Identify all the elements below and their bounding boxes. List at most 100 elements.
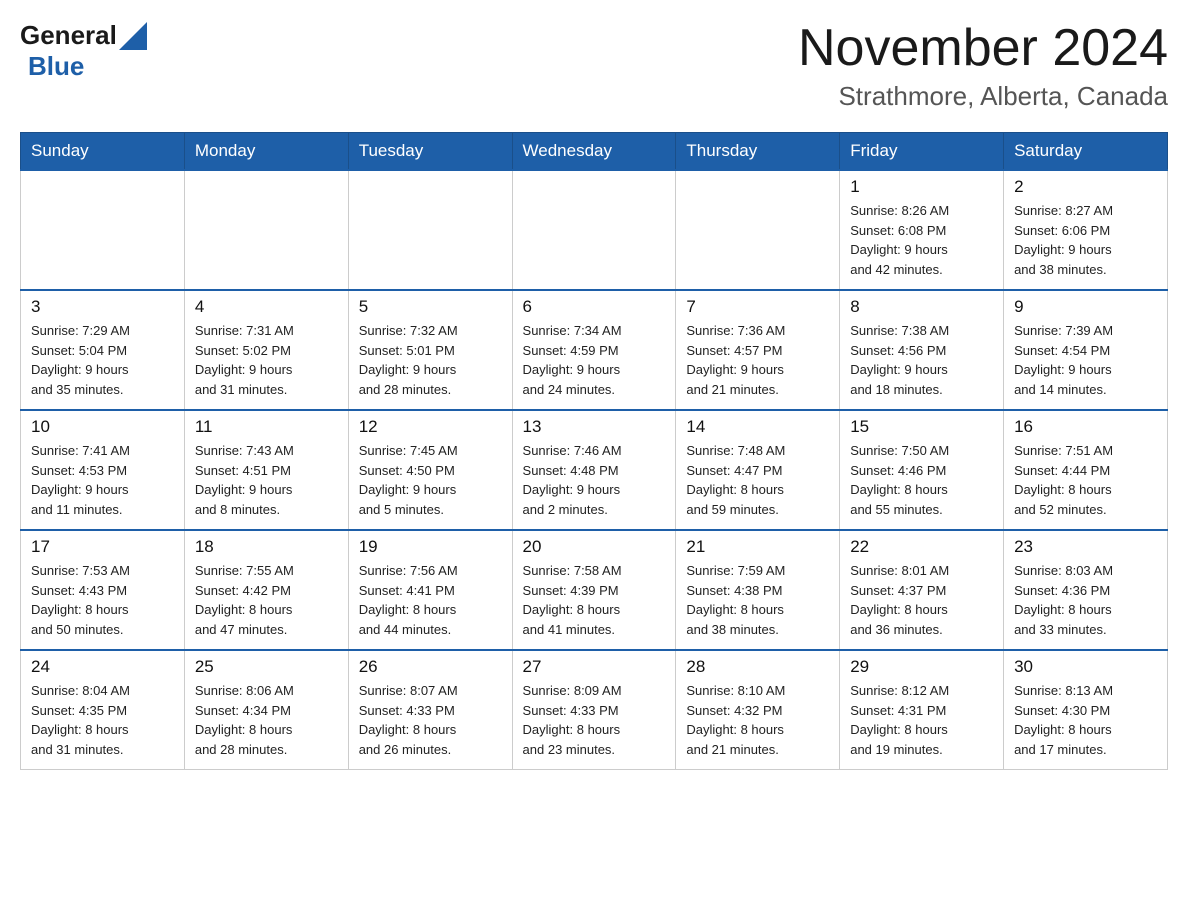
day-number: 1: [850, 177, 993, 197]
day-info: Sunrise: 7:45 AM Sunset: 4:50 PM Dayligh…: [359, 441, 502, 519]
logo-triangle-icon: [119, 22, 147, 50]
calendar-cell: 17 Sunrise: 7:53 AM Sunset: 4:43 PM Dayli…: [21, 530, 185, 650]
day-info: Sunrise: 7:51 AM Sunset: 4:44 PM Dayligh…: [1014, 441, 1157, 519]
day-number: 30: [1014, 657, 1157, 677]
day-number: 7: [686, 297, 829, 317]
calendar-cell: 23 Sunrise: 8:03 AM Sunset: 4:36 PM Dayli…: [1004, 530, 1168, 650]
day-number: 24: [31, 657, 174, 677]
calendar-cell: [184, 170, 348, 290]
day-number: 10: [31, 417, 174, 437]
day-info: Sunrise: 7:48 AM Sunset: 4:47 PM Dayligh…: [686, 441, 829, 519]
calendar-week-row: 17 Sunrise: 7:53 AM Sunset: 4:43 PM Dayli…: [21, 530, 1168, 650]
day-info: Sunrise: 7:34 AM Sunset: 4:59 PM Dayligh…: [523, 321, 666, 399]
day-info: Sunrise: 8:26 AM Sunset: 6:08 PM Dayligh…: [850, 201, 993, 279]
calendar-cell: 9 Sunrise: 7:39 AM Sunset: 4:54 PM Daylig…: [1004, 290, 1168, 410]
logo: General: [20, 20, 149, 51]
calendar-cell: 5 Sunrise: 7:32 AM Sunset: 5:01 PM Daylig…: [348, 290, 512, 410]
calendar-cell: 22 Sunrise: 8:01 AM Sunset: 4:37 PM Dayli…: [840, 530, 1004, 650]
day-number: 4: [195, 297, 338, 317]
logo-blue-text: Blue: [28, 51, 84, 81]
calendar-cell: [676, 170, 840, 290]
day-number: 19: [359, 537, 502, 557]
day-info: Sunrise: 7:46 AM Sunset: 4:48 PM Dayligh…: [523, 441, 666, 519]
day-number: 29: [850, 657, 993, 677]
month-title: November 2024: [798, 20, 1168, 77]
day-number: 13: [523, 417, 666, 437]
day-info: Sunrise: 7:32 AM Sunset: 5:01 PM Dayligh…: [359, 321, 502, 399]
day-number: 21: [686, 537, 829, 557]
day-of-week-header: Monday: [184, 133, 348, 171]
calendar-header-row: SundayMondayTuesdayWednesdayThursdayFrid…: [21, 133, 1168, 171]
day-number: 2: [1014, 177, 1157, 197]
day-info: Sunrise: 7:43 AM Sunset: 4:51 PM Dayligh…: [195, 441, 338, 519]
day-number: 23: [1014, 537, 1157, 557]
calendar-cell: 3 Sunrise: 7:29 AM Sunset: 5:04 PM Daylig…: [21, 290, 185, 410]
calendar-week-row: 3 Sunrise: 7:29 AM Sunset: 5:04 PM Daylig…: [21, 290, 1168, 410]
calendar-cell: 18 Sunrise: 7:55 AM Sunset: 4:42 PM Dayli…: [184, 530, 348, 650]
calendar-cell: 30 Sunrise: 8:13 AM Sunset: 4:30 PM Dayli…: [1004, 650, 1168, 770]
day-number: 5: [359, 297, 502, 317]
day-number: 25: [195, 657, 338, 677]
day-info: Sunrise: 8:01 AM Sunset: 4:37 PM Dayligh…: [850, 561, 993, 639]
day-number: 15: [850, 417, 993, 437]
calendar-cell: 21 Sunrise: 7:59 AM Sunset: 4:38 PM Dayli…: [676, 530, 840, 650]
day-info: Sunrise: 7:58 AM Sunset: 4:39 PM Dayligh…: [523, 561, 666, 639]
calendar-cell: 20 Sunrise: 7:58 AM Sunset: 4:39 PM Dayli…: [512, 530, 676, 650]
day-info: Sunrise: 7:59 AM Sunset: 4:38 PM Dayligh…: [686, 561, 829, 639]
calendar-cell: 7 Sunrise: 7:36 AM Sunset: 4:57 PM Daylig…: [676, 290, 840, 410]
calendar-cell: 6Sunrise: 7:34 AM Sunset: 4:59 PM Daylig…: [512, 290, 676, 410]
day-number: 20: [523, 537, 666, 557]
day-info: Sunrise: 8:09 AM Sunset: 4:33 PM Dayligh…: [523, 681, 666, 759]
calendar-cell: 14Sunrise: 7:48 AM Sunset: 4:47 PM Dayli…: [676, 410, 840, 530]
day-number: 11: [195, 417, 338, 437]
day-info: Sunrise: 7:39 AM Sunset: 4:54 PM Dayligh…: [1014, 321, 1157, 399]
calendar-cell: 16Sunrise: 7:51 AM Sunset: 4:44 PM Dayli…: [1004, 410, 1168, 530]
calendar-week-row: 10Sunrise: 7:41 AM Sunset: 4:53 PM Dayli…: [21, 410, 1168, 530]
calendar-cell: 28 Sunrise: 8:10 AM Sunset: 4:32 PM Dayli…: [676, 650, 840, 770]
day-info: Sunrise: 7:29 AM Sunset: 5:04 PM Dayligh…: [31, 321, 174, 399]
calendar-cell: [512, 170, 676, 290]
day-of-week-header: Sunday: [21, 133, 185, 171]
day-of-week-header: Friday: [840, 133, 1004, 171]
day-number: 28: [686, 657, 829, 677]
calendar-cell: 1 Sunrise: 8:26 AM Sunset: 6:08 PM Daylig…: [840, 170, 1004, 290]
day-info: Sunrise: 7:31 AM Sunset: 5:02 PM Dayligh…: [195, 321, 338, 399]
day-info: Sunrise: 8:10 AM Sunset: 4:32 PM Dayligh…: [686, 681, 829, 759]
title-area: November 2024 Strathmore, Alberta, Canad…: [798, 20, 1168, 112]
day-info: Sunrise: 7:38 AM Sunset: 4:56 PM Dayligh…: [850, 321, 993, 399]
day-number: 22: [850, 537, 993, 557]
day-info: Sunrise: 7:56 AM Sunset: 4:41 PM Dayligh…: [359, 561, 502, 639]
day-info: Sunrise: 7:55 AM Sunset: 4:42 PM Dayligh…: [195, 561, 338, 639]
calendar-cell: 11 Sunrise: 7:43 AM Sunset: 4:51 PM Dayli…: [184, 410, 348, 530]
day-info: Sunrise: 7:36 AM Sunset: 4:57 PM Dayligh…: [686, 321, 829, 399]
calendar-cell: 13 Sunrise: 7:46 AM Sunset: 4:48 PM Dayli…: [512, 410, 676, 530]
day-of-week-header: Wednesday: [512, 133, 676, 171]
calendar-cell: 19 Sunrise: 7:56 AM Sunset: 4:41 PM Dayli…: [348, 530, 512, 650]
day-number: 3: [31, 297, 174, 317]
calendar-cell: 10Sunrise: 7:41 AM Sunset: 4:53 PM Dayli…: [21, 410, 185, 530]
calendar-cell: 25 Sunrise: 8:06 AM Sunset: 4:34 PM Dayli…: [184, 650, 348, 770]
calendar-cell: 4 Sunrise: 7:31 AM Sunset: 5:02 PM Daylig…: [184, 290, 348, 410]
logo-general-text: General: [20, 20, 117, 51]
logo-area: General Blue: [20, 20, 149, 82]
day-info: Sunrise: 7:53 AM Sunset: 4:43 PM Dayligh…: [31, 561, 174, 639]
calendar-cell: 27Sunrise: 8:09 AM Sunset: 4:33 PM Dayli…: [512, 650, 676, 770]
day-number: 9: [1014, 297, 1157, 317]
day-number: 18: [195, 537, 338, 557]
day-of-week-header: Thursday: [676, 133, 840, 171]
day-info: Sunrise: 8:07 AM Sunset: 4:33 PM Dayligh…: [359, 681, 502, 759]
day-number: 8: [850, 297, 993, 317]
calendar-week-row: 1 Sunrise: 8:26 AM Sunset: 6:08 PM Daylig…: [21, 170, 1168, 290]
calendar-table: SundayMondayTuesdayWednesdayThursdayFrid…: [20, 132, 1168, 770]
day-of-week-header: Saturday: [1004, 133, 1168, 171]
day-info: Sunrise: 8:13 AM Sunset: 4:30 PM Dayligh…: [1014, 681, 1157, 759]
calendar-week-row: 24 Sunrise: 8:04 AM Sunset: 4:35 PM Dayli…: [21, 650, 1168, 770]
calendar-cell: 8 Sunrise: 7:38 AM Sunset: 4:56 PM Daylig…: [840, 290, 1004, 410]
day-info: Sunrise: 8:06 AM Sunset: 4:34 PM Dayligh…: [195, 681, 338, 759]
day-number: 17: [31, 537, 174, 557]
day-number: 12: [359, 417, 502, 437]
day-info: Sunrise: 8:04 AM Sunset: 4:35 PM Dayligh…: [31, 681, 174, 759]
calendar-cell: 26 Sunrise: 8:07 AM Sunset: 4:33 PM Dayli…: [348, 650, 512, 770]
day-number: 26: [359, 657, 502, 677]
day-info: Sunrise: 8:03 AM Sunset: 4:36 PM Dayligh…: [1014, 561, 1157, 639]
